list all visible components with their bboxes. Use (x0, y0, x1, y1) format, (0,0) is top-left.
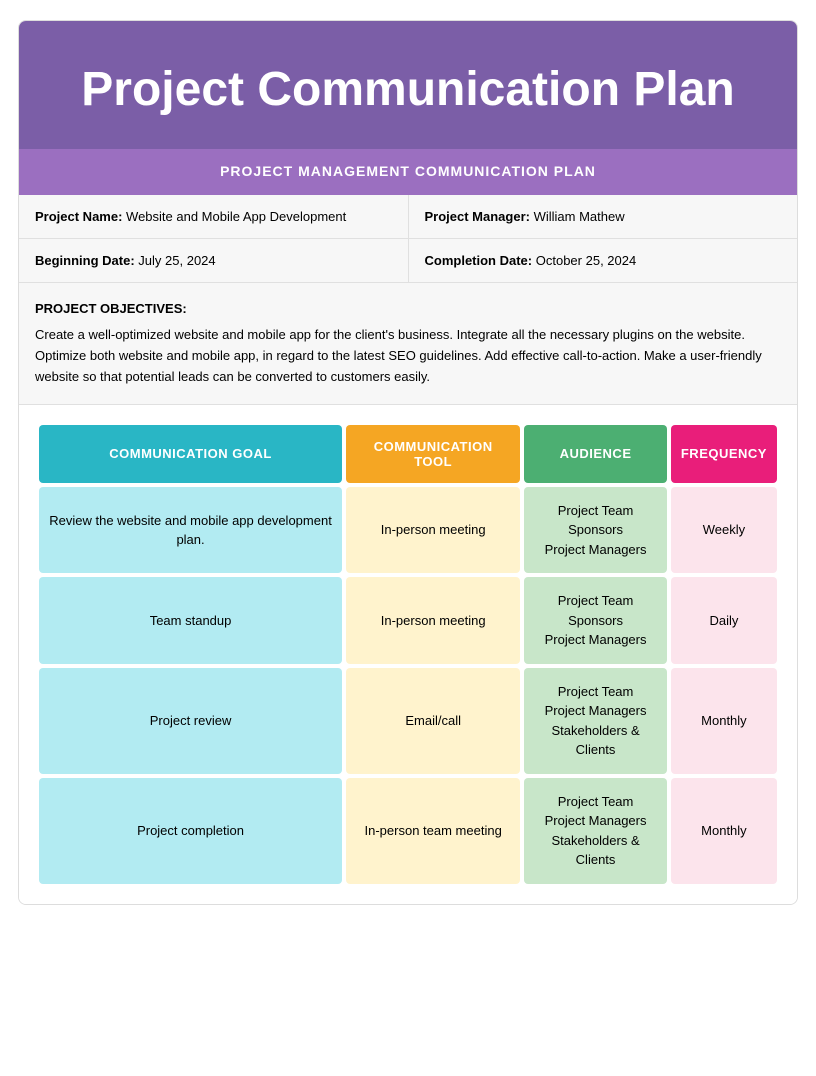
row-2-frequency: Monthly (671, 668, 777, 774)
table-row: Project reviewEmail/callProject TeamProj… (39, 668, 777, 774)
completion-date-value: October 25, 2024 (536, 253, 636, 268)
project-manager-cell: Project Manager: William Mathew (409, 195, 798, 238)
start-date-value: July 25, 2024 (138, 253, 215, 268)
th-audience: AUDIENCE (524, 425, 667, 483)
project-name-value: Website and Mobile App Development (126, 209, 346, 224)
table-row: Team standupIn-person meetingProject Tea… (39, 577, 777, 664)
th-goal: COMMUNICATION GOAL (39, 425, 342, 483)
th-frequency: FREQUENCY (671, 425, 777, 483)
row-2-tool: Email/call (346, 668, 520, 774)
completion-date-cell: Completion Date: October 25, 2024 (409, 239, 798, 282)
row-1-frequency: Daily (671, 577, 777, 664)
table-row: Project completionIn-person team meeting… (39, 778, 777, 884)
row-3-audience: Project TeamProject ManagersStakeholders… (524, 778, 667, 884)
start-date-cell: Beginning Date: July 25, 2024 (19, 239, 409, 282)
subheader-section: PROJECT MANAGEMENT COMMUNICATION PLAN (19, 149, 797, 195)
communication-table-section: COMMUNICATION GOAL COMMUNICATION TOOL AU… (19, 405, 797, 904)
table-header-row: COMMUNICATION GOAL COMMUNICATION TOOL AU… (39, 425, 777, 483)
project-manager-label: Project Manager: (425, 209, 530, 224)
table-row: Review the website and mobile app develo… (39, 487, 777, 574)
row-2-audience: Project TeamProject ManagersStakeholders… (524, 668, 667, 774)
page-title: Project Communication Plan (49, 61, 767, 119)
start-date-label: Beginning Date: (35, 253, 135, 268)
project-name-cell: Project Name: Website and Mobile App Dev… (19, 195, 409, 238)
header-section: Project Communication Plan (19, 21, 797, 149)
info-row-1: Project Name: Website and Mobile App Dev… (19, 195, 797, 239)
page-container: Project Communication Plan PROJECT MANAG… (18, 20, 798, 905)
row-1-tool: In-person meeting (346, 577, 520, 664)
row-0-goal: Review the website and mobile app develo… (39, 487, 342, 574)
objectives-text: Create a well-optimized website and mobi… (35, 325, 781, 387)
info-section: Project Name: Website and Mobile App Dev… (19, 195, 797, 283)
subheader-label: PROJECT MANAGEMENT COMMUNICATION PLAN (220, 163, 596, 179)
row-0-frequency: Weekly (671, 487, 777, 574)
project-name-label: Project Name: (35, 209, 122, 224)
row-2-goal: Project review (39, 668, 342, 774)
row-1-goal: Team standup (39, 577, 342, 664)
communication-table: COMMUNICATION GOAL COMMUNICATION TOOL AU… (35, 421, 781, 888)
row-0-tool: In-person meeting (346, 487, 520, 574)
completion-date-label: Completion Date: (425, 253, 533, 268)
project-manager-value: William Mathew (534, 209, 625, 224)
row-1-audience: Project TeamSponsorsProject Managers (524, 577, 667, 664)
objectives-section: PROJECT OBJECTIVES: Create a well-optimi… (19, 283, 797, 405)
row-3-frequency: Monthly (671, 778, 777, 884)
objectives-title: PROJECT OBJECTIVES: (35, 299, 781, 320)
th-tool: COMMUNICATION TOOL (346, 425, 520, 483)
info-row-2: Beginning Date: July 25, 2024 Completion… (19, 239, 797, 282)
row-3-goal: Project completion (39, 778, 342, 884)
row-0-audience: Project TeamSponsorsProject Managers (524, 487, 667, 574)
row-3-tool: In-person team meeting (346, 778, 520, 884)
